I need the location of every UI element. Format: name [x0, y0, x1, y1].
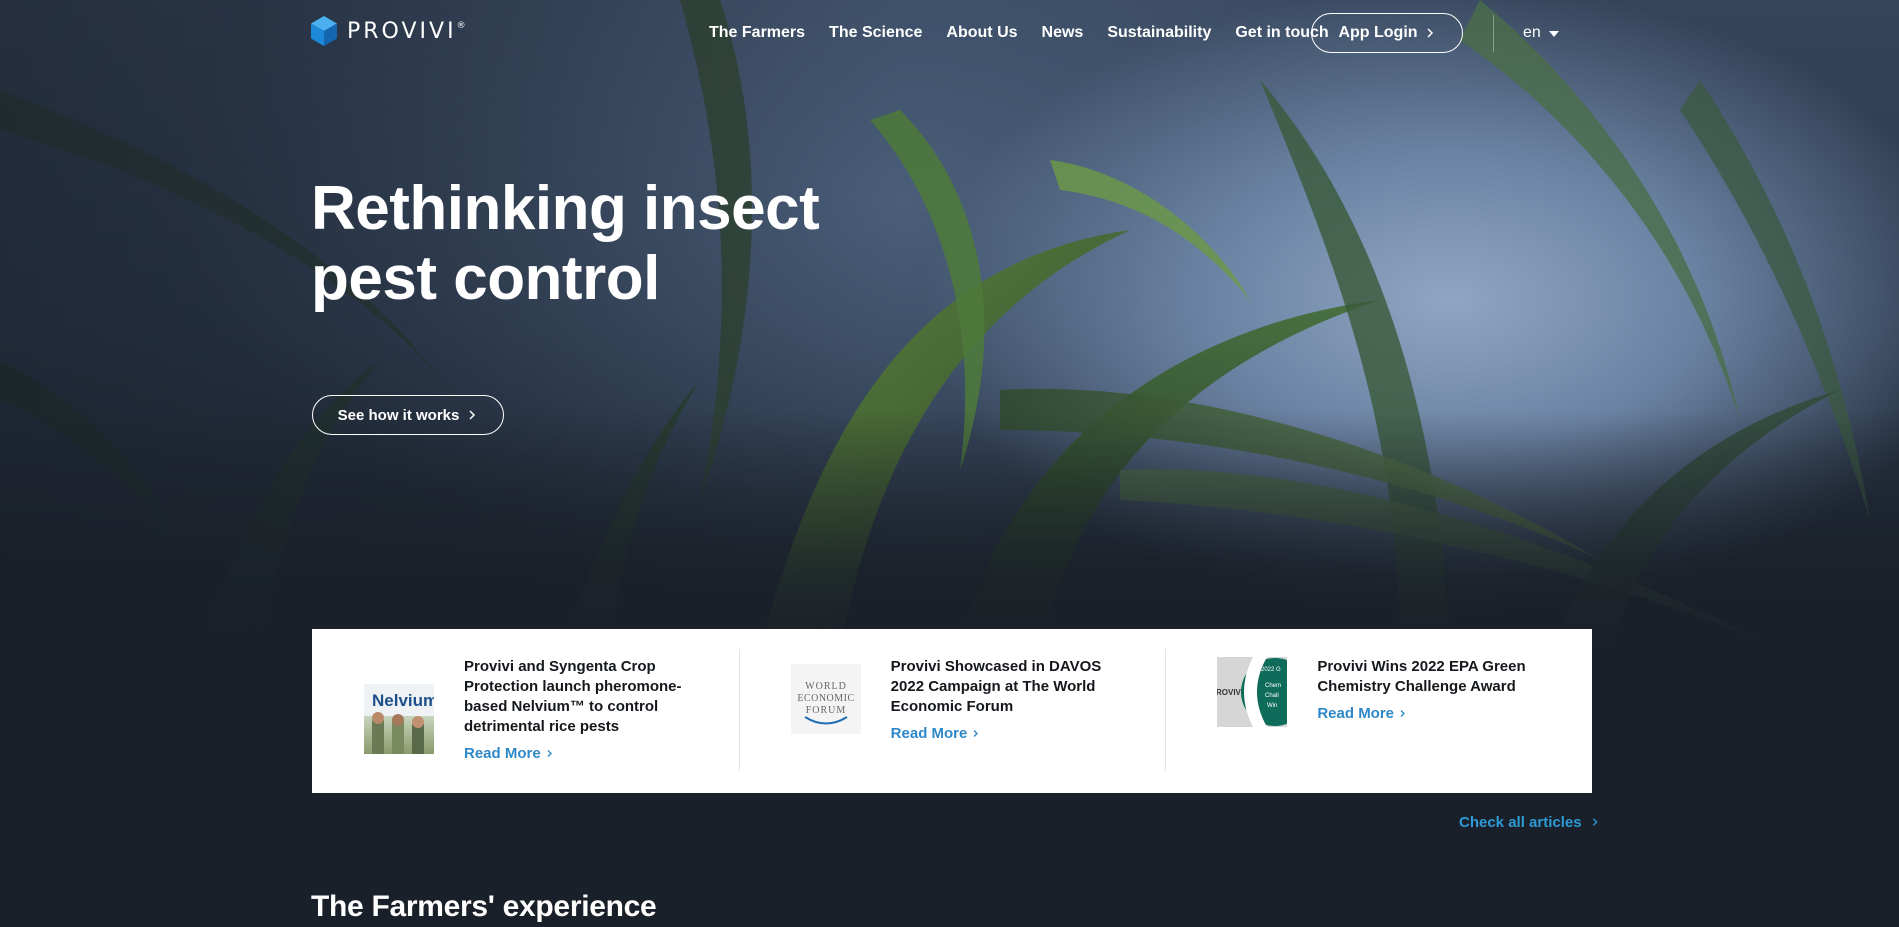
thumb-nelvium-text: Nelvium — [372, 691, 434, 710]
caret-down-icon — [1548, 31, 1559, 37]
svg-text:ECONOMIC: ECONOMIC — [797, 693, 854, 704]
svg-text:2022 G: 2022 G — [1261, 667, 1281, 673]
svg-text:Chall: Chall — [1265, 693, 1279, 699]
chevron-right-icon — [973, 730, 979, 737]
nav-about-us[interactable]: About Us — [946, 24, 1017, 42]
read-more-link[interactable]: Read More — [464, 745, 554, 762]
nelvium-thumbnail[interactable]: Nelvium — [364, 684, 434, 754]
epa-award-thumbnail[interactable]: ROVIVI 2022 G Chem Chall Win — [1217, 657, 1288, 727]
chevron-right-icon — [547, 750, 552, 757]
news-title[interactable]: Provivi and Syngenta Crop Protection lau… — [464, 657, 686, 737]
hero-title-line1: Rethinking insect — [311, 174, 820, 243]
read-more-label: Read More — [1317, 705, 1395, 722]
read-more-link[interactable]: Read More — [1317, 705, 1407, 722]
chevron-right-icon — [1400, 710, 1405, 717]
language-label: en — [1523, 24, 1541, 41]
provivi-logo[interactable]: PROVIVI® — [311, 15, 466, 47]
svg-text:Win: Win — [1267, 703, 1277, 709]
hero-background — [0, 0, 1899, 650]
hero-title: Rethinking insect pest control — [311, 174, 871, 314]
check-all-articles-link[interactable]: Check all articles — [1459, 812, 1600, 832]
app-login-button[interactable]: App Login — [1311, 13, 1463, 53]
main-nav: The Farmers The Science About Us News Su… — [709, 22, 1329, 44]
see-how-it-works-button[interactable]: See how it works — [312, 395, 504, 435]
world-economic-forum-logo-icon: WORLD ECONOMIC FORUM — [797, 681, 854, 725]
wef-thumbnail[interactable]: WORLD ECONOMIC FORUM — [790, 664, 861, 734]
cta-label: See how it works — [337, 406, 460, 424]
news-title[interactable]: Provivi Wins 2022 EPA Green Chemistry Ch… — [1317, 657, 1542, 697]
news-card: Nelvium Provivi and Syngenta Crop Protec… — [312, 629, 1592, 793]
language-selector[interactable]: en — [1523, 22, 1559, 44]
nav-sustainability[interactable]: Sustainability — [1107, 24, 1211, 42]
hero-title-line2: pest control — [311, 244, 660, 313]
cube-logo-icon — [311, 16, 337, 46]
nav-the-science[interactable]: The Science — [829, 24, 922, 42]
read-more-label: Read More — [890, 725, 968, 742]
svg-text:WORLD: WORLD — [805, 681, 847, 692]
chevron-right-icon — [1427, 28, 1433, 38]
news-item: ROVIVI 2022 G Chem Chall Win Provivi Win… — [1165, 629, 1592, 793]
read-more-label: Read More — [464, 745, 541, 762]
svg-text:ROVIVI: ROVIVI — [1217, 688, 1243, 697]
farmers-section-title: The Farmers' experience — [311, 890, 657, 923]
header-divider — [1493, 15, 1494, 52]
nav-news[interactable]: News — [1042, 24, 1084, 42]
svg-text:FORUM: FORUM — [805, 705, 846, 716]
app-login-label: App Login — [1338, 24, 1418, 41]
nav-the-farmers[interactable]: The Farmers — [709, 24, 805, 42]
logo-wordmark: PROVIVI® — [347, 18, 466, 44]
news-title[interactable]: Provivi Showcased in DAVOS 2022 Campaign… — [891, 657, 1136, 717]
news-item: Nelvium Provivi and Syngenta Crop Protec… — [312, 629, 739, 793]
svg-text:Chem: Chem — [1265, 683, 1281, 689]
chevron-right-icon — [1592, 818, 1598, 826]
epa-award-graphic-icon: ROVIVI 2022 G Chem Chall Win — [1217, 657, 1288, 727]
chevron-right-icon — [469, 410, 476, 420]
check-all-articles-label: Check all articles — [1459, 813, 1582, 831]
nelvium-photo-icon: Nelvium — [364, 684, 434, 754]
read-more-link[interactable]: Read More — [891, 725, 981, 742]
news-item: WORLD ECONOMIC FORUM Provivi Showcased i… — [738, 629, 1166, 793]
